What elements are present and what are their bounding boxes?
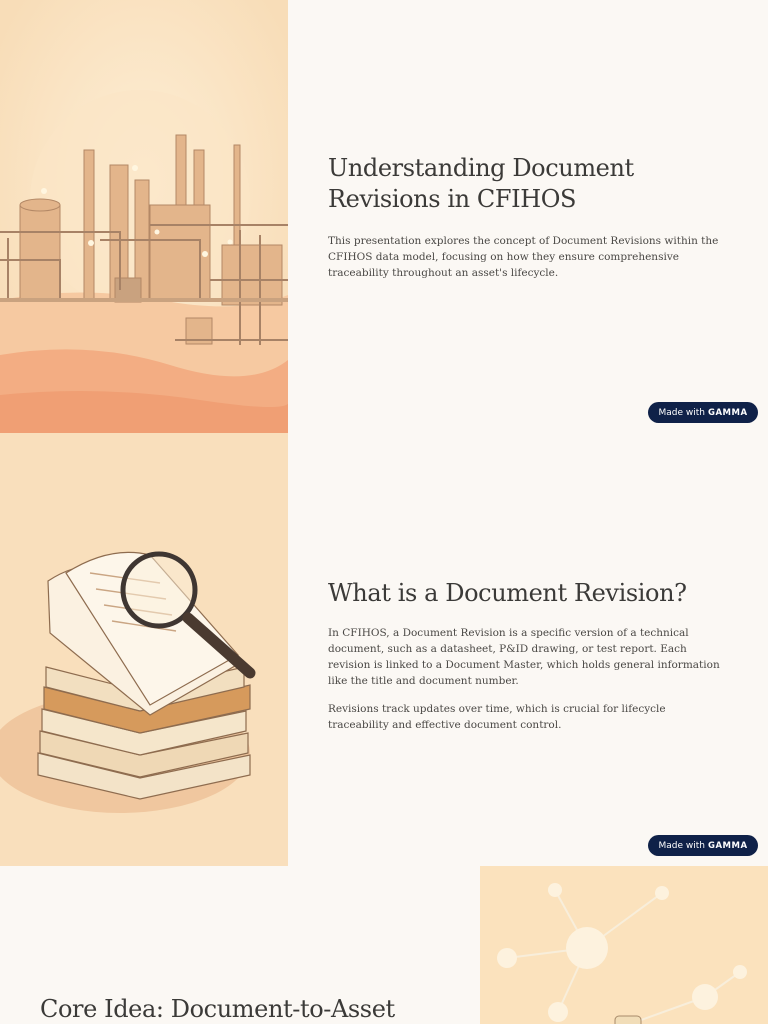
badge-prefix: Made with xyxy=(658,840,705,851)
revision-paragraph-1: In CFIHOS, a Document Revision is a spec… xyxy=(328,627,720,687)
slide-title-heading: Understanding Document Revisions in CFIH… xyxy=(328,154,634,213)
slide-revision-content: What is a Document Revision? In CFIHOS, … xyxy=(328,578,728,733)
slide-title-content: Understanding Document Revisions in CFIH… xyxy=(328,153,728,281)
gamma-logo: GAMMA xyxy=(707,840,748,851)
gamma-logo: GAMMA xyxy=(707,407,748,418)
slide-core-idea-heading: Core Idea: Document-to-Asset xyxy=(40,995,395,1023)
made-with-gamma-badge[interactable]: Made with GAMMA xyxy=(648,835,758,856)
slide-document-revision: What is a Document Revision? In CFIHOS, … xyxy=(0,433,768,866)
badge-prefix: Made with xyxy=(658,407,705,418)
made-with-gamma-badge[interactable]: Made with GAMMA xyxy=(648,402,758,423)
network-nodes-illustration xyxy=(480,866,768,1024)
industrial-plant-illustration xyxy=(0,0,288,433)
books-magnifier-illustration xyxy=(0,433,288,866)
slide-revision-heading: What is a Document Revision? xyxy=(328,579,687,607)
slide-title-description: This presentation explores the concept o… xyxy=(328,235,719,279)
slide-core-idea: Core Idea: Document-to-Asset xyxy=(0,866,768,1024)
slide-title: Understanding Document Revisions in CFIH… xyxy=(0,0,768,433)
revision-paragraph-2: Revisions track updates over time, which… xyxy=(328,703,666,731)
